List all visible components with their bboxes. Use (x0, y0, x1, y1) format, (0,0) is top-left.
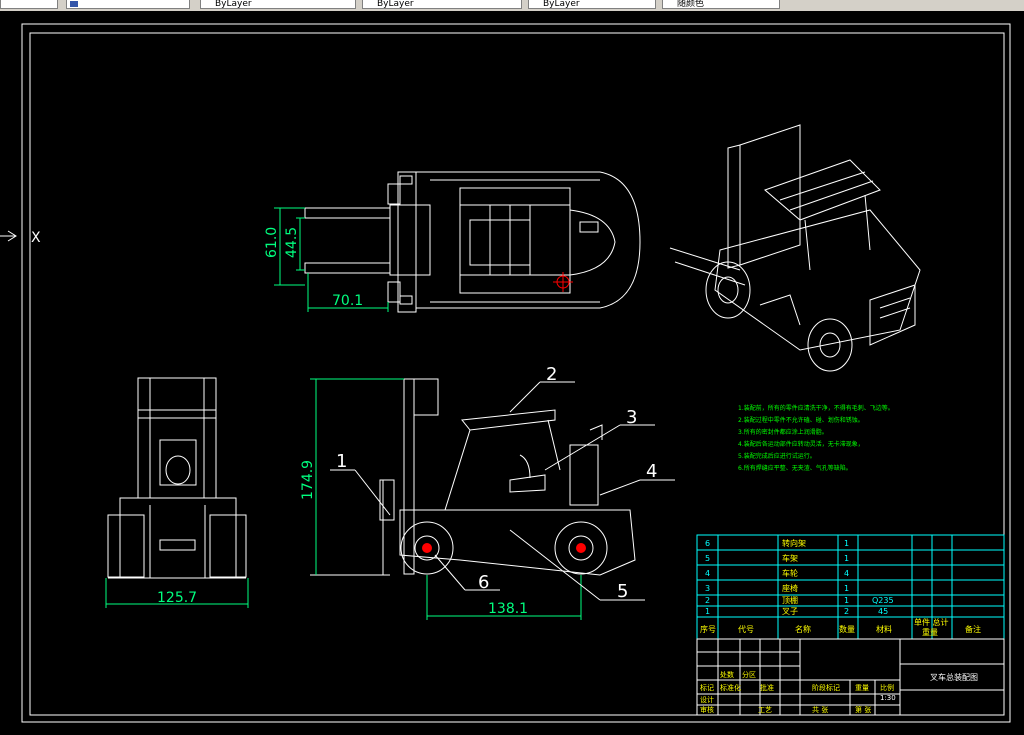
label-count: 处数 (720, 670, 734, 679)
dim-side-height: 174.9 (300, 460, 316, 500)
label-design: 设计 (700, 695, 714, 704)
cell-material: Q235 (872, 596, 894, 605)
label-approve: 批准 (760, 683, 774, 692)
balloon-3: 3 (626, 407, 637, 428)
balloon-6: 6 (478, 572, 489, 593)
layer-icon (70, 1, 78, 7)
balloon-5: 5 (617, 581, 628, 602)
header-qty: 数量 (839, 624, 855, 634)
ucs-x-label: X (31, 230, 41, 246)
cell-no: 6 (705, 539, 710, 548)
label-total-sheets: 共 张 (812, 705, 828, 714)
note-line: 5.装配完成后应进行试运行。 (738, 452, 816, 460)
cell-name: 车轮 (782, 568, 798, 578)
balloon-2: 2 (546, 364, 557, 385)
header-no: 序号 (700, 624, 716, 634)
label-sheet-no: 第 张 (855, 705, 871, 714)
cell-qty: 1 (844, 584, 849, 593)
header-material: 材料 (876, 624, 892, 634)
drawing-scale: 1:30 (880, 694, 896, 702)
color-control-value: ByLayer (215, 0, 252, 9)
label-weight: 重量 (855, 684, 869, 692)
label-stage: 阶段标记 (812, 683, 840, 692)
dim-top-width-outer: 61.0 (264, 227, 280, 258)
cell-no: 4 (705, 569, 710, 578)
linetype-dropdown[interactable]: ByLayer (362, 0, 522, 9)
drawing-title: 叉车总装配图 (930, 672, 978, 682)
cell-no: 2 (705, 596, 710, 605)
note-line: 4.装配后各运动部件应转动灵活，无卡滞现象， (738, 440, 864, 448)
lineweight-value: ByLayer (543, 0, 580, 9)
dim-front-track: 125.7 (157, 590, 197, 606)
cell-name: 转向架 (782, 538, 806, 548)
color-control-dropdown[interactable]: ByLayer (200, 0, 356, 9)
drawing-canvas[interactable]: X 61.0 44.5 70.1 125.7 174.9 138.1 1 2 3… (0, 11, 1024, 731)
header-mass: 单件 总计 (914, 617, 949, 627)
cell-name: 车架 (782, 553, 798, 563)
note-line: 3.所有的密封件都应涂上润滑脂。 (738, 428, 828, 436)
header-remark: 备注 (965, 624, 981, 634)
linetype-value: ByLayer (377, 0, 414, 9)
cell-qty: 1 (844, 596, 849, 605)
cell-name: 座椅 (782, 583, 798, 593)
cell-no: 3 (705, 584, 710, 593)
lineweight-dropdown[interactable]: ByLayer (528, 0, 656, 9)
header-code: 代号 (738, 624, 754, 634)
balloon-4: 4 (646, 461, 657, 482)
note-line: 6.所有焊缝应平整、无夹渣、气孔等缺陷。 (738, 464, 852, 472)
layer-dropdown[interactable] (66, 0, 190, 9)
rear-hub (576, 543, 586, 553)
cell-qty: 4 (844, 569, 849, 578)
balloon-1: 1 (336, 451, 347, 472)
note-line: 2.装配过程中零件不允许磕、碰、划伤和锈蚀。 (738, 416, 864, 424)
plot-style-dropdown[interactable]: 随颜色 (662, 0, 780, 9)
note-line: 1.装配前，所有的零件应清洗干净，不得有毛刺、飞边等。 (738, 404, 894, 412)
label-process: 工艺 (758, 706, 772, 714)
cell-no: 5 (705, 554, 710, 563)
label-zone: 分区 (742, 670, 756, 679)
front-hub (422, 543, 432, 553)
cell-name: 顶棚 (782, 595, 798, 605)
label-standard: 标准化 (720, 683, 741, 692)
cell-qty: 1 (844, 539, 849, 548)
cell-name: 叉子 (782, 607, 798, 616)
cell-no: 1 (705, 607, 710, 616)
dim-side-wheelbase: 138.1 (488, 601, 528, 617)
drawing-svg: X 61.0 44.5 70.1 125.7 174.9 138.1 1 2 3… (0, 11, 1024, 731)
label-mark: 标记 (700, 683, 714, 692)
label-review: 审核 (700, 705, 714, 714)
cell-qty: 1 (844, 554, 849, 563)
cell-material: 45 (878, 607, 888, 616)
header-name: 名称 (795, 624, 811, 634)
color-dropdown[interactable] (0, 0, 58, 9)
dim-top-width-inner: 44.5 (284, 227, 300, 258)
cell-qty: 2 (844, 607, 849, 616)
plot-style-value: 随颜色 (677, 0, 705, 9)
header-weight: 重量 (922, 627, 938, 637)
dim-top-fork-length: 70.1 (332, 293, 363, 309)
label-ratio: 比例 (880, 683, 894, 692)
